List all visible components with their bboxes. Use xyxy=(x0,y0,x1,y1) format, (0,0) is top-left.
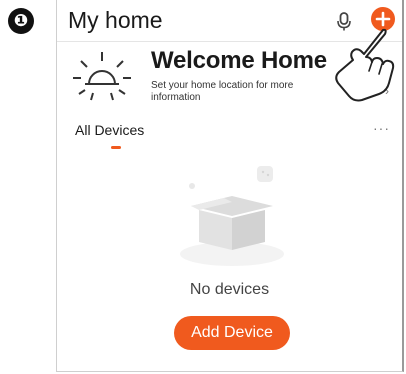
add-device-button[interactable]: Add Device xyxy=(174,316,290,350)
home-title[interactable]: My home xyxy=(68,7,163,34)
tab-all-devices[interactable]: All Devices xyxy=(75,122,144,138)
welcome-title[interactable]: Welcome Home xyxy=(151,47,327,75)
hand-pointer-icon xyxy=(335,28,395,102)
phone-screen: My home Welcome Home Set your home locat… xyxy=(56,0,404,372)
sun-icon xyxy=(73,52,131,101)
empty-state-text: No devices xyxy=(189,281,270,298)
tab-indicator xyxy=(111,146,121,149)
step-number-badge: ❶ xyxy=(8,8,34,34)
empty-box-icon xyxy=(180,166,284,266)
more-menu-icon[interactable]: ··· xyxy=(373,120,390,136)
welcome-subtitle[interactable]: Set your home location for more informat… xyxy=(151,80,331,104)
